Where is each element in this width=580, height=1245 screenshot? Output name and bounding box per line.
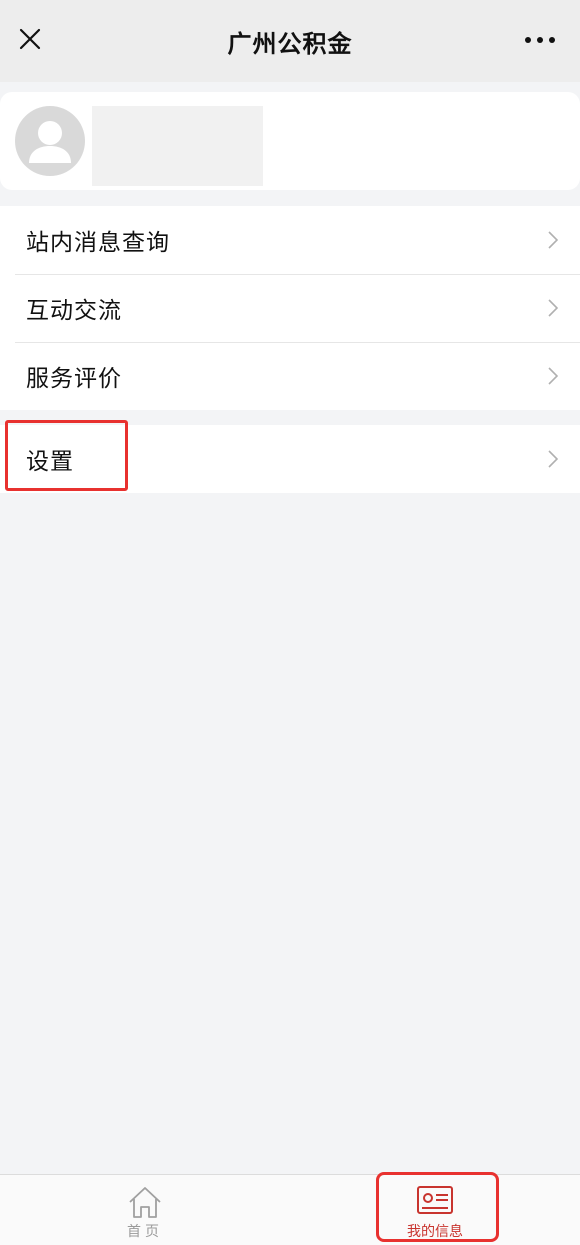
- menu-item-label: 站内消息查询: [26, 230, 170, 256]
- menu-group-main: 站内消息查询 互动交流 服务评价: [0, 206, 580, 410]
- menu-item-label: 互动交流: [26, 298, 122, 324]
- menu-item-message-query[interactable]: 站内消息查询: [0, 206, 580, 274]
- user-name-placeholder: [92, 106, 263, 186]
- chevron-right-icon: [548, 299, 558, 317]
- my-info-highlight-box: [376, 1172, 499, 1242]
- chevron-right-icon: [548, 450, 558, 468]
- chevron-right-icon: [548, 367, 558, 385]
- more-icon[interactable]: [524, 36, 556, 44]
- page-title: 广州公积金: [227, 30, 353, 58]
- menu-item-service-rating[interactable]: 服务评价: [0, 342, 580, 410]
- tab-home[interactable]: 首页: [0, 1175, 290, 1245]
- settings-highlight-box: [5, 420, 128, 491]
- menu-item-interaction[interactable]: 互动交流: [0, 274, 580, 342]
- top-nav-bar: 广州公积金: [0, 0, 580, 82]
- home-icon: [129, 1187, 161, 1218]
- page: 广州公积金 站内消息查询 互动交流 服务评价 设置 首页 我的信息: [0, 0, 580, 1245]
- chevron-right-icon: [548, 231, 558, 249]
- profile-card[interactable]: [0, 92, 580, 190]
- user-avatar-icon: [15, 106, 85, 176]
- menu-item-label: 服务评价: [26, 366, 122, 392]
- tab-home-label: 首页: [127, 1224, 163, 1240]
